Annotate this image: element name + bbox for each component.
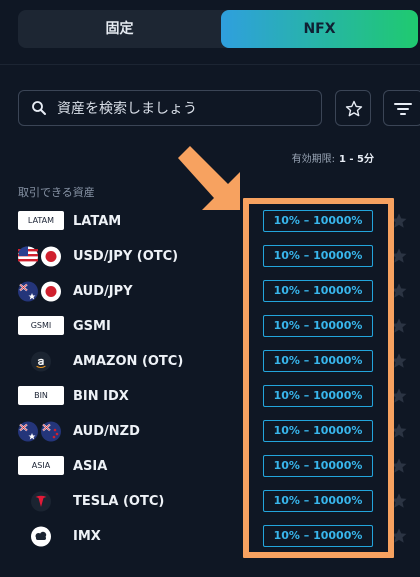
search-input[interactable] [55, 91, 319, 127]
flag-pair-au-jp-icon [18, 281, 61, 302]
imx-logo-icon [31, 526, 51, 547]
asset-name: TESLA (OTC) [73, 494, 165, 509]
search-box [18, 90, 322, 127]
asset-name: IMX [73, 529, 101, 544]
tab-nfx[interactable]: NFX [221, 10, 418, 48]
flag-pair-au-nz-icon [18, 421, 61, 442]
asset-name: GSMI [73, 319, 111, 334]
au-flag-icon [18, 281, 38, 302]
jp-flag-icon [41, 281, 61, 302]
filter-button[interactable] [383, 90, 420, 126]
expiry-label: 有効期限: [291, 154, 335, 165]
asset-name: USD/JPY (OTC) [73, 249, 179, 264]
nz-flag-icon [41, 421, 61, 442]
au-flag-icon [18, 421, 38, 442]
payout-highlight-frame [243, 198, 394, 558]
us-flag-icon [18, 246, 38, 267]
amazon-logo-icon [31, 351, 51, 372]
jp-flag-icon [41, 246, 61, 267]
header-divider [0, 64, 420, 65]
asset-name: AMAZON (OTC) [73, 354, 184, 369]
tab-fixed[interactable]: 固定 [18, 10, 221, 48]
asset-chip-label: ASIA [18, 456, 64, 475]
star-outline-icon [345, 100, 363, 117]
asset-name: LATAM [73, 214, 122, 229]
search-icon [32, 101, 46, 115]
asset-chip-label: BIN [18, 386, 64, 405]
expiry-info: 有効期限: 1 - 5分 [292, 150, 374, 165]
trade-mode-toggle: 固定 NFX [18, 10, 418, 48]
expiry-value: 1 - 5分 [338, 154, 374, 165]
asset-name: ASIA [73, 459, 108, 474]
filter-icon [394, 103, 412, 115]
flag-pair-us-jp-icon [18, 246, 61, 267]
favorites-filter-button[interactable] [335, 90, 371, 126]
asset-name: AUD/JPY [73, 284, 133, 299]
asset-name: BIN IDX [73, 389, 129, 404]
asset-name: AUD/NZD [73, 424, 140, 439]
asset-chip-label: GSMI [18, 316, 64, 335]
tradable-assets-heading: 取引できる資産 [18, 186, 95, 199]
tesla-logo-icon [31, 491, 51, 512]
asset-chip-label: LATAM [18, 211, 64, 230]
annotation-arrow-icon [178, 146, 240, 210]
